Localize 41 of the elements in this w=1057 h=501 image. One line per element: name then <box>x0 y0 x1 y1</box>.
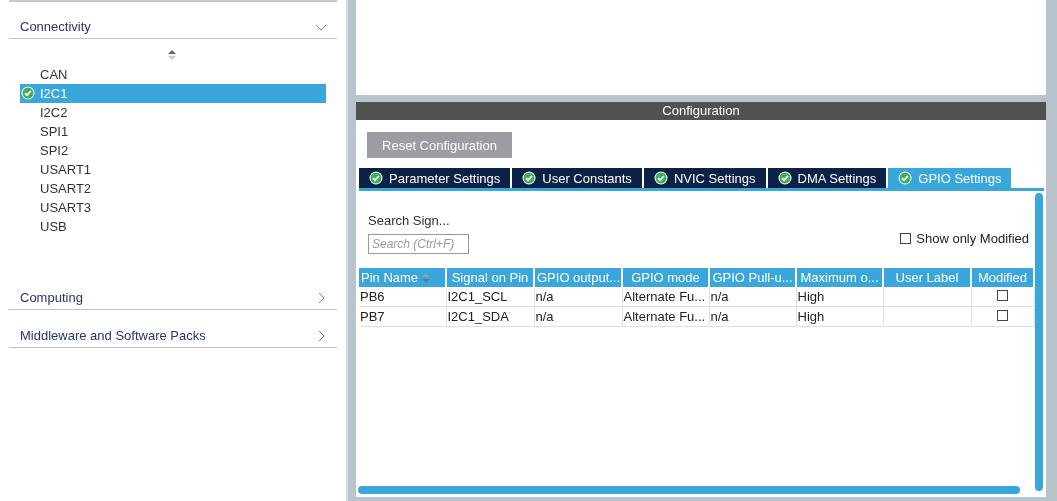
table-cell: n/a <box>709 306 796 327</box>
check-icon <box>898 171 913 185</box>
table-cell: n/a <box>534 306 622 327</box>
vertical-scrollbar[interactable] <box>1035 193 1043 491</box>
tab[interactable]: NVIC Settings <box>643 168 766 188</box>
sort-icon[interactable] <box>168 49 176 61</box>
peripheral-item[interactable]: SPI2 <box>20 141 326 160</box>
table-cell: Alternate Fu... <box>622 287 709 307</box>
panel-title: Configuration <box>356 102 1046 120</box>
check-icon <box>522 171 537 185</box>
table-cell: PB6 <box>359 287 446 307</box>
check-icon <box>369 171 383 185</box>
check-icon <box>777 171 792 185</box>
peripheral-item[interactable]: USB <box>20 217 326 236</box>
show-only-modified-checkbox[interactable]: Show only Modified <box>900 230 1029 246</box>
peripheral-item[interactable]: USART2 <box>20 179 326 198</box>
peripheral-item[interactable]: USART1 <box>20 160 326 179</box>
check-icon <box>653 171 668 185</box>
modified-checkbox[interactable] <box>997 310 1008 321</box>
peripheral-item[interactable]: SPI1 <box>20 122 326 141</box>
category-header[interactable]: Connectivity <box>9 15 337 39</box>
category-header[interactable]: Middleware and Software Packs <box>9 324 337 348</box>
tab[interactable]: User Constants <box>512 168 642 188</box>
tab[interactable]: Parameter Settings <box>359 168 511 188</box>
table-cell: I2C1_SCL <box>446 287 534 307</box>
table-cell: PB7 <box>359 306 446 327</box>
table-cell: Alternate Fu... <box>622 306 709 327</box>
horizontal-scrollbar[interactable] <box>358 486 1020 494</box>
peripheral-item[interactable]: USART3 <box>20 198 326 217</box>
search-field[interactable]: Search (Ctrl+F) <box>368 234 469 254</box>
peripheral-item[interactable]: I2C2 <box>20 103 326 122</box>
table-cell: n/a <box>534 287 622 307</box>
table-cell: High <box>796 287 883 307</box>
search-label: Search Sign... <box>368 213 451 228</box>
modified-checkbox[interactable] <box>997 290 1008 301</box>
category-header[interactable]: Computing <box>9 286 337 310</box>
tab[interactable]: DMA Settings <box>767 168 887 188</box>
table-cell: n/a <box>709 287 796 307</box>
peripheral-item[interactable]: CAN <box>20 65 326 84</box>
table-cell: I2C1_SDA <box>446 306 534 327</box>
table-cell: High <box>796 306 883 327</box>
